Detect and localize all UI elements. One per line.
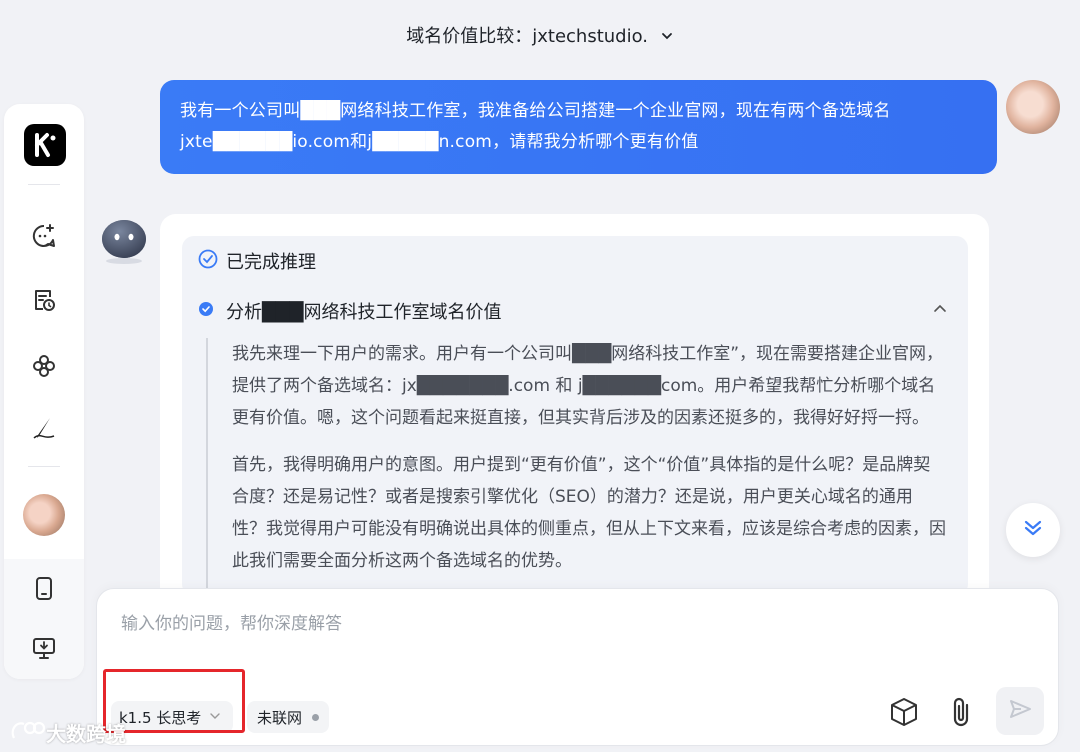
step-check-icon (198, 301, 214, 322)
sidebar-divider (28, 466, 60, 467)
conversation-title[interactable]: 域名价值比较：jxtechstudio. (0, 22, 1080, 48)
user-message-avatar (1006, 80, 1060, 134)
reasoning-step-title: 分析███网络科技工作室域名价值 (226, 302, 502, 323)
web-search-toggle[interactable]: 未联网 (247, 701, 330, 733)
network-label: 未联网 (257, 708, 303, 727)
reasoning-status-label: 已完成推理 (226, 252, 316, 273)
sidebar-divider (28, 184, 60, 185)
kimi-logo[interactable] (24, 124, 66, 166)
reasoning-step-header[interactable]: 分析███网络科技工作室域名价值 (198, 298, 948, 324)
scroll-to-bottom-button[interactable] (1006, 503, 1060, 557)
chevron-down-icon[interactable] (660, 27, 674, 48)
send-button[interactable] (996, 687, 1044, 735)
check-circle-icon (198, 249, 218, 274)
conversation-title-text: 域名价值比较：jxtechstudio. (406, 26, 649, 47)
chat-input[interactable] (119, 609, 1003, 639)
assistant-avatar (100, 217, 148, 265)
attachment-icon[interactable] (942, 690, 980, 734)
mobile-app-icon[interactable] (24, 568, 64, 608)
reasoning-content: 我先来理一下用户的需求。用户有一个公司叫███网络科技工作室”，现在需要搭建企业… (206, 338, 946, 598)
reasoning-paragraph: 我先来理一下用户的需求。用户有一个公司叫███网络科技工作室”，现在需要搭建企业… (232, 344, 944, 428)
sidebar (4, 104, 84, 679)
send-icon (1007, 696, 1033, 726)
double-chevron-down-icon (1021, 516, 1045, 544)
new-chat-icon[interactable] (24, 216, 64, 256)
watermark-logo-icon (8, 718, 46, 747)
user-message: 我有一个公司叫███网络科技工作室，我准备给公司搭建一个企业官网，现在有两个备选… (160, 80, 997, 174)
reasoning-status[interactable]: 已完成推理 (198, 248, 316, 274)
desktop-download-icon[interactable] (24, 628, 64, 668)
watermark: 大数跨境 (8, 718, 126, 747)
status-dot (312, 713, 320, 721)
pen-icon[interactable] (24, 408, 64, 448)
user-avatar[interactable] (23, 494, 65, 536)
chevron-up-icon[interactable] (932, 301, 948, 322)
cube-icon[interactable] (885, 690, 923, 734)
reasoning-paragraph: 首先，我得明确用户的意图。用户提到“更有价值”，这个“价值”具体指的是什么呢？是… (232, 455, 946, 571)
history-icon[interactable] (24, 280, 64, 320)
watermark-text: 大数跨境 (46, 722, 126, 746)
explore-icon[interactable] (24, 346, 64, 386)
